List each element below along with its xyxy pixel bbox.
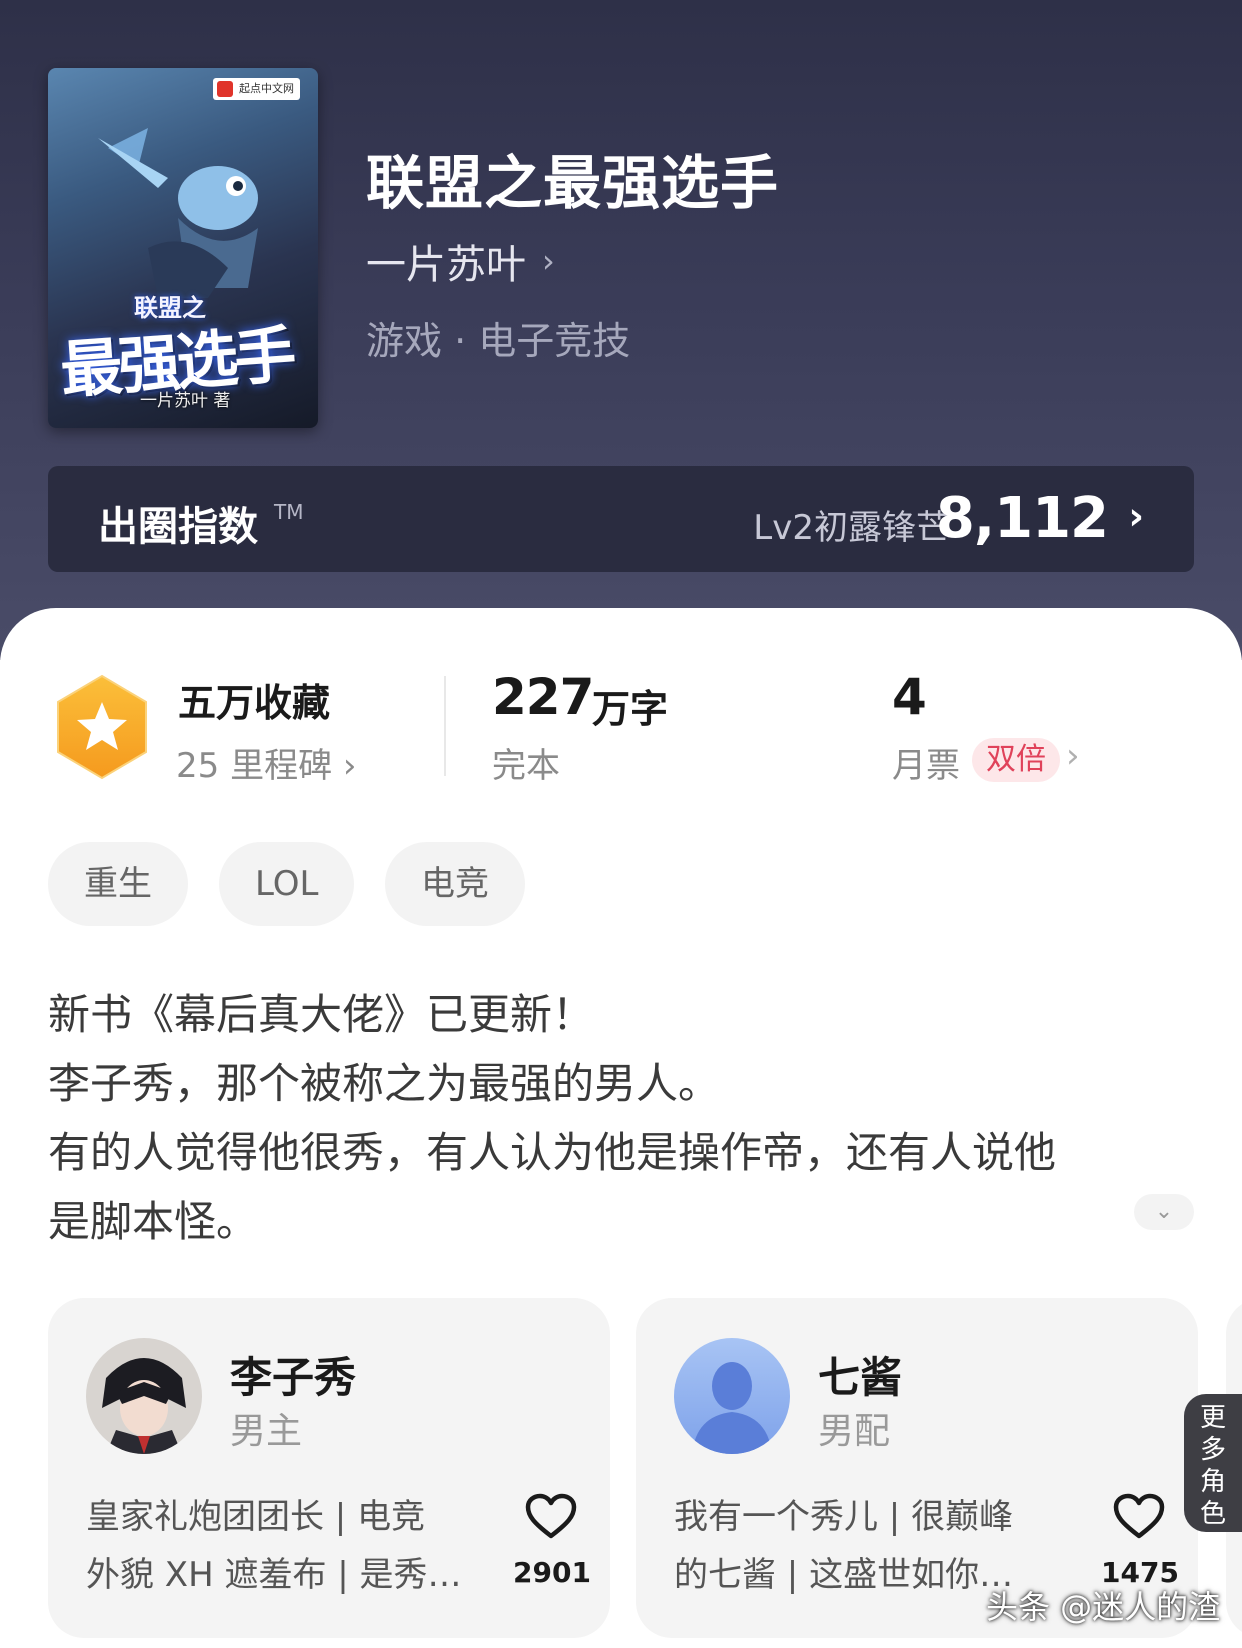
character-description: 皇家礼炮团团长 | 电竞 外貌 XH 遮羞布 | 是秀…	[86, 1488, 476, 1604]
word-count: 227	[492, 668, 594, 726]
author-link[interactable]: 一片苏叶 ›	[366, 232, 555, 290]
book-title: 联盟之最强选手	[366, 149, 780, 217]
star-badge-icon	[57, 674, 147, 780]
collection-milestone-title: 五万收藏	[178, 681, 331, 725]
expand-description-button[interactable]: ⌄	[1134, 1194, 1194, 1230]
chevron-right-icon[interactable]: ›	[1066, 736, 1080, 776]
tag-chip[interactable]: 电竞	[385, 842, 525, 926]
index-label: 出圈指数	[98, 504, 258, 550]
heart-icon[interactable]	[1112, 1492, 1166, 1540]
monthly-votes-count: 4	[892, 668, 927, 726]
book-cover[interactable]: 起点中文网 联盟之 最强选手 一片苏叶 著	[48, 68, 318, 428]
chevron-right-icon: ›	[1128, 494, 1144, 538]
book-description: 新书《幕后真大佬》已更新！ 李子秀，那个被称之为最强的男人。 有的人觉得他很秀，…	[48, 980, 1158, 1256]
stats-divider	[444, 676, 446, 776]
book-status: 完本	[492, 746, 560, 786]
tag-chip[interactable]: LOL	[219, 842, 355, 926]
watermark: 头条 @迷人的渣	[986, 1588, 1221, 1626]
like-count: 2901	[513, 1556, 591, 1589]
description-line: 李子秀，那个被称之为最强的男人。	[48, 1059, 721, 1108]
character-name: 李子秀	[230, 1353, 357, 1402]
book-genre: 游戏 · 电子竞技	[366, 319, 631, 363]
double-votes-badge: 双倍	[972, 738, 1060, 782]
tag-chip[interactable]: 重生	[48, 842, 188, 926]
trademark-mark: TM	[274, 500, 304, 524]
avatar	[674, 1338, 790, 1454]
character-description-line: 皇家礼炮团团长 | 电竞	[86, 1497, 426, 1537]
publisher-logo: 起点中文网	[213, 78, 300, 100]
index-level: Lv2初露锋芒	[753, 508, 950, 548]
character-name: 七酱	[818, 1353, 903, 1402]
popularity-index-bar[interactable]: 出圈指数 TM Lv2初露锋芒 8,112 ›	[48, 466, 1194, 572]
more-characters-button[interactable]: 更多角色	[1184, 1394, 1242, 1532]
character-card[interactable]: 李子秀 男主 皇家礼炮团团长 | 电竞 外貌 XH 遮羞布 | 是秀… 2901	[48, 1298, 610, 1638]
character-description-line: 外貌 XH 遮羞布 | 是秀…	[86, 1555, 462, 1595]
description-line: 新书《幕后真大佬》已更新！	[48, 990, 595, 1039]
cover-author-signature: 一片苏叶 著	[140, 391, 231, 411]
milestone-link[interactable]: 25 里程碑 ›	[176, 738, 356, 787]
character-role: 男配	[818, 1411, 891, 1452]
word-count-unit: 万字	[592, 687, 669, 731]
index-score: 8,112	[935, 486, 1109, 551]
avatar	[86, 1338, 202, 1454]
description-line: 是脚本怪。	[48, 1197, 259, 1246]
author-name: 一片苏叶	[366, 242, 526, 288]
character-role: 男主	[230, 1411, 303, 1452]
monthly-votes-label[interactable]: 月票	[892, 738, 960, 787]
chevron-right-icon: ›	[542, 242, 555, 280]
cover-illustration	[98, 128, 258, 298]
character-description-line: 我有一个秀儿 | 很巅峰	[674, 1497, 1014, 1537]
heart-icon[interactable]	[524, 1492, 578, 1540]
description-line: 有的人觉得他很秀，有人认为他是操作帝，还有人说他	[48, 1128, 1057, 1177]
